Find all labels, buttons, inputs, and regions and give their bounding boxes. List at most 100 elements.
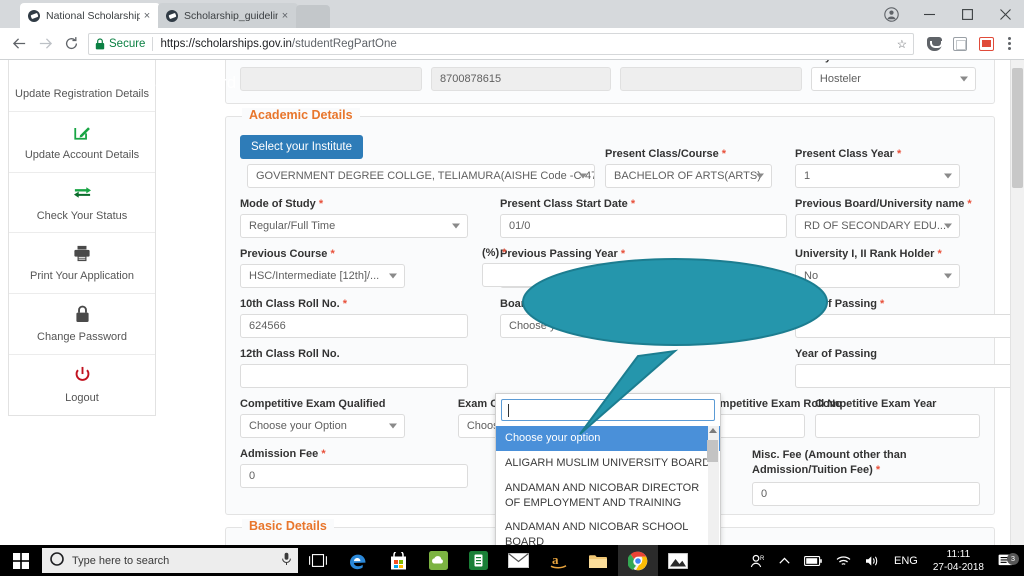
page-scrollbar-thumb[interactable] — [1012, 68, 1023, 188]
sidebar-item-update-account-details[interactable]: Update Account Details — [9, 112, 155, 173]
volume-icon[interactable] — [858, 555, 887, 567]
browser-tab-2[interactable]: Scholarship_guidelines_ × — [158, 3, 298, 28]
competitive-exam-year-label: Competitive Exam Year — [815, 398, 937, 410]
previous-board-university-label: Previous Board/University name * — [795, 198, 972, 210]
dropdown-scrollbar[interactable] — [707, 426, 719, 545]
year-of-passing-12-label: Year of Passing — [795, 348, 877, 360]
windows-start-icon[interactable] — [0, 545, 42, 576]
day-scholar-hosteler-select[interactable]: Hosteler — [810, 67, 976, 91]
chevron-down-icon — [452, 223, 460, 229]
maximize-button[interactable] — [948, 0, 986, 28]
board-name-dropdown[interactable]: Choose your option ALIGARH MUSLIM UNIVER… — [495, 393, 721, 545]
mail-icon[interactable] — [498, 545, 538, 576]
sidebar-item-label: Print Your Application — [30, 270, 134, 283]
dropdown-scrollbar-thumb[interactable] — [707, 440, 718, 462]
present-class-course-label: Present Class/Course * — [605, 148, 727, 160]
search-input[interactable]: Type here to search — [42, 548, 298, 573]
board-name-search-input[interactable] — [501, 399, 715, 421]
file-explorer-icon[interactable] — [578, 545, 618, 576]
chrome-icon[interactable] — [618, 545, 658, 576]
university-rank-holder-group: University I, II Rank Holder * No — [795, 248, 965, 288]
twelfth-roll-no-group: 12th Class Roll No. — [240, 348, 500, 388]
mobile-number-label: Mobile Number * — [431, 60, 620, 63]
list-item[interactable]: Choose your option — [496, 426, 720, 451]
admission-fee-input[interactable]: 0 — [240, 464, 468, 488]
edge-icon[interactable] — [338, 545, 378, 576]
list-item[interactable]: ANDAMAN AND NICOBAR DIRECTOR OF EMPLOYME… — [496, 476, 720, 516]
calendar-extension-icon[interactable] — [974, 32, 998, 56]
lock-icon — [15, 304, 149, 324]
sidebar-item-logout[interactable]: Logout — [9, 355, 155, 415]
notifications-icon[interactable]: 3 — [992, 552, 1024, 568]
institute-select[interactable]: GOVERNMENT DEGREE COLLGE, TELIAMURA(AISH… — [247, 164, 595, 188]
previous-course-group: Previous Course * HSC/Intermediate [12th… — [240, 248, 500, 288]
list-item[interactable]: ANDAMAN AND NICOBAR SCHOOL BOARD — [496, 515, 720, 545]
page-scrollbar[interactable] — [1010, 60, 1024, 545]
language-indicator[interactable]: ENG — [887, 555, 925, 567]
task-view-icon[interactable] — [298, 545, 338, 576]
mode-of-study-select[interactable]: Regular/Full Time — [240, 214, 468, 238]
sidebar-item-change-password[interactable]: Change Password — [9, 294, 155, 355]
twelfth-roll-no-input[interactable] — [240, 364, 468, 388]
university-rank-holder-select[interactable]: No — [795, 264, 960, 288]
close-button[interactable] — [986, 0, 1024, 28]
year-of-passing-12-input[interactable] — [795, 364, 1023, 388]
address-bar[interactable]: Secure https://scholarships.gov.in/stude… — [88, 32, 914, 55]
board-name-select[interactable]: Choose your opt — [500, 314, 726, 338]
chrome-menu-icon[interactable] — [998, 37, 1020, 50]
chevron-down-icon — [944, 223, 952, 229]
board-name-option-list[interactable]: Choose your option ALIGARH MUSLIM UNIVER… — [496, 426, 720, 545]
taskbar-clock[interactable]: 11:11 27-04-2018 — [925, 548, 992, 574]
present-class-start-input[interactable]: 01/0 — [500, 214, 787, 238]
chevron-down-icon — [756, 173, 764, 179]
tenth-roll-no-input[interactable]: 624566 — [240, 314, 468, 338]
callout-text: Select class 10 board — [73, 73, 237, 92]
people-icon[interactable]: R — [743, 554, 772, 568]
institute-group: Select your Institute GOVERNMENT DEGREE … — [240, 135, 605, 188]
competitive-exam-qualified-select[interactable]: Choose your Option — [240, 414, 405, 438]
microsoft-store-icon[interactable] — [378, 545, 418, 576]
previous-board-university-select[interactable]: RD OF SECONDARY EDU... — [795, 214, 960, 238]
competitive-roll-no-label: Competitive Exam Roll No — [705, 398, 842, 410]
competitive-exam-qualified-label: Competitive Exam Qualified — [240, 398, 386, 410]
profile-icon[interactable] — [872, 0, 910, 28]
microphone-icon[interactable] — [281, 552, 292, 569]
previous-course-select[interactable]: HSC/Intermediate [12th]/... — [240, 264, 405, 288]
battery-icon[interactable] — [797, 555, 829, 566]
present-class-course-select[interactable]: BACHELOR OF ARTS(ARTS) — [605, 164, 772, 188]
basic-details-legend: Basic Details — [242, 518, 334, 533]
chevron-down-icon — [579, 173, 587, 179]
competitive-exam-year-input[interactable] — [815, 414, 980, 438]
sidebar-item-check-your-status[interactable]: Check Your Status — [9, 173, 155, 234]
year-of-passing-10-input[interactable] — [795, 314, 1023, 338]
evernote-icon[interactable] — [458, 545, 498, 576]
tab-close-icon[interactable]: × — [140, 10, 154, 22]
cube-extension-icon[interactable] — [948, 32, 972, 56]
email-id-input[interactable] — [619, 67, 802, 91]
chevron-up-icon[interactable] — [772, 557, 797, 565]
reload-icon[interactable] — [58, 31, 84, 57]
browser-tab-1[interactable]: National Scholarship Sch × — [20, 3, 160, 28]
select-your-institute-button[interactable]: Select your Institute — [240, 135, 363, 159]
pocket-extension-icon[interactable] — [922, 32, 946, 56]
present-class-year-select[interactable]: 1 — [795, 164, 960, 188]
mobile-number-input[interactable]: 8700878615 — [430, 67, 611, 91]
bookmark-star-icon[interactable]: ☆ — [897, 37, 907, 51]
back-icon[interactable] — [6, 31, 32, 57]
system-tray: R ENG 11:11 27-04-2018 3 — [743, 545, 1024, 576]
previous-board-university-group: Previous Board/University name * RD OF S… — [795, 198, 972, 238]
previous-percentage-input[interactable] — [482, 263, 649, 287]
new-tab-button[interactable] — [296, 5, 330, 28]
misc-fee-input[interactable]: 0 — [752, 481, 980, 506]
tab-close-icon[interactable]: × — [278, 10, 292, 22]
misc-fee-label: Misc. Fee (Amount other than Admission/T… — [752, 449, 907, 476]
photos-icon[interactable] — [658, 545, 698, 576]
amazon-icon[interactable]: a — [538, 545, 578, 576]
list-item[interactable]: ALIGARH MUSLIM UNIVERSITY BOARD — [496, 451, 720, 476]
previous-percentage-label: (%) * — [482, 247, 507, 259]
sidebar-item-print-your-application[interactable]: Print Your Application — [9, 233, 155, 294]
wifi-icon[interactable] — [829, 555, 858, 567]
cloud-app-icon[interactable] — [418, 545, 458, 576]
scroll-up-arrow-icon[interactable] — [709, 428, 717, 433]
minimize-button[interactable] — [910, 0, 948, 28]
